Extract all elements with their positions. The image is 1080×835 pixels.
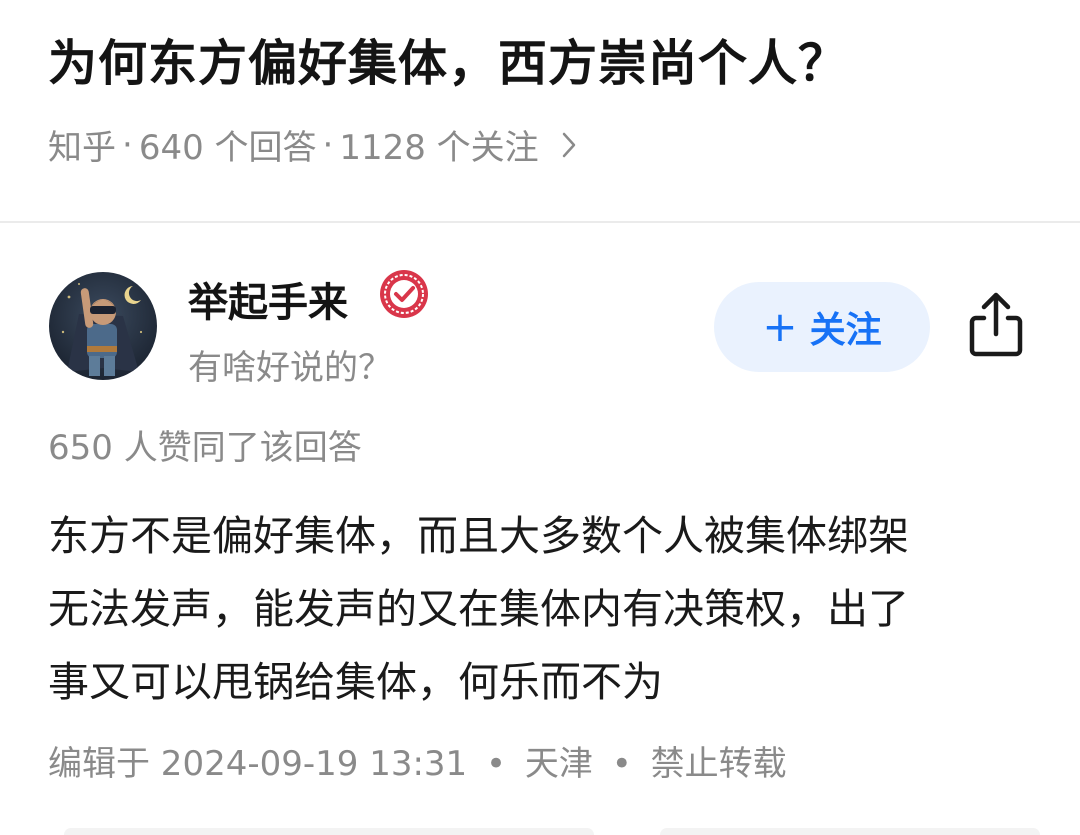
answer-content[interactable]: 东方不是偏好集体，而且大多数个人被集体绑架 无法发声，能发声的又在集体内有决策权… [48, 500, 1038, 719]
source-label: 知乎 [48, 128, 116, 168]
next-card-edge [64, 828, 594, 835]
likes-count: 650 人赞同了该回答 [48, 428, 362, 468]
answer-line: 无法发声，能发声的又在集体内有决策权，出了 [48, 585, 909, 633]
copyright-notice: 禁止转载 [650, 744, 787, 784]
author-name[interactable]: 举起手来 [188, 270, 348, 328]
meta-separator: • [611, 744, 632, 784]
meta-separator: · [122, 124, 133, 165]
verified-badge-icon [378, 268, 430, 320]
edit-meta: 编辑于 2024-09-19 13:31 • 天津 • 禁止转载 [48, 736, 787, 785]
avatar[interactable] [49, 272, 157, 380]
chevron-right-icon[interactable] [561, 131, 577, 159]
share-icon[interactable] [966, 290, 1026, 360]
follow-button-label: 关注 [809, 310, 882, 351]
question-title[interactable]: 为何东方偏好集体，西方崇尚个人？ [48, 24, 848, 95]
answer-page: 为何东方偏好集体，西方崇尚个人？ 知乎 · 640 个回答 · 1128 个关注 [0, 0, 1080, 835]
answer-line: 事又可以甩锅给集体，何乐而不为 [48, 658, 663, 706]
follow-button[interactable]: + 关注 [714, 282, 930, 372]
meta-separator: • [486, 744, 507, 784]
edit-time: 编辑于 2024-09-19 13:31 [48, 744, 468, 784]
author-bio: 有啥好说的？ [188, 348, 392, 388]
edit-location: 天津 [524, 744, 593, 784]
meta-separator: · [322, 124, 334, 165]
question-meta[interactable]: 知乎 · 640 个回答 · 1128 个关注 [48, 120, 577, 169]
follower-count: 1128 个关注 [339, 128, 539, 168]
plus-icon: + [762, 302, 798, 351]
section-divider [0, 221, 1080, 223]
answer-count: 640 个回答 [138, 128, 317, 168]
answer-line: 东方不是偏好集体，而且大多数个人被集体绑架 [48, 512, 909, 560]
next-card-edge [660, 828, 1040, 835]
